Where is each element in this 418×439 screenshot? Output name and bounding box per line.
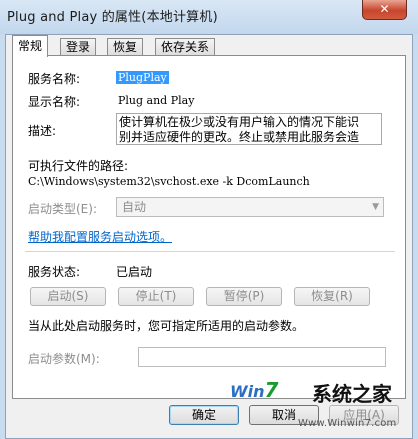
tab-recovery[interactable]: 恢复 xyxy=(107,38,144,56)
tab-dependencies[interactable]: 依存关系 xyxy=(155,38,216,56)
startup-type-label: 启动类型(E): xyxy=(28,202,97,216)
watermark-url: Www.Winwin7.com xyxy=(298,418,397,429)
service-name-label: 服务名称: xyxy=(28,72,81,86)
window-title: Plug and Play 的属性(本地计算机) xyxy=(7,10,218,25)
close-icon: ✕ xyxy=(379,2,390,16)
title-bar: Plug and Play 的属性(本地计算机) ✕ xyxy=(0,0,418,34)
exe-path-label: 可执行文件的路径: xyxy=(28,159,129,173)
stop-button[interactable]: 停止(T) xyxy=(118,287,194,306)
service-name-value[interactable]: PlugPlay xyxy=(116,71,169,84)
start-params-label: 启动参数(M): xyxy=(28,352,100,366)
display-name-value: Plug and Play xyxy=(118,94,195,107)
startup-type-select[interactable]: 自动 ▼ xyxy=(116,197,384,217)
start-params-hint: 当从此处启动服务时，您可指定所适用的启动参数。 xyxy=(28,319,305,333)
description-label: 描述: xyxy=(28,124,57,138)
watermark-logo: Win7 xyxy=(230,378,278,402)
close-button[interactable]: ✕ xyxy=(362,0,407,20)
resume-button[interactable]: 恢复(R) xyxy=(294,287,370,306)
watermark-logo-text: Win xyxy=(230,382,265,401)
general-tab-panel: 服务名称: PlugPlay 显示名称: Plug and Play 描述: 使… xyxy=(12,55,406,399)
startup-type-value: 自动 xyxy=(122,200,147,214)
start-button[interactable]: 启动(S) xyxy=(30,287,106,306)
display-name-label: 显示名称: xyxy=(28,95,81,109)
help-configure-link[interactable]: 帮助我配置服务启动选项。 xyxy=(28,228,172,245)
service-status-value: 已启动 xyxy=(116,265,153,279)
chevron-down-icon: ▼ xyxy=(372,202,379,212)
pause-button[interactable]: 暂停(P) xyxy=(206,287,282,306)
description-text: 使计算机在极少或没有用户输入的情况下能识别并适应硬件的更改。终止或禁用此服务会造… xyxy=(119,115,360,144)
exe-path-value: C:\Windows\system32\svchost.exe -k DcomL… xyxy=(28,175,310,188)
watermark: Win7 系统之家 Www.Winwin7.com xyxy=(228,374,418,437)
tab-general[interactable]: 常规 xyxy=(12,35,49,57)
divider xyxy=(25,251,395,252)
description-textbox[interactable]: 使计算机在极少或没有用户输入的情况下能识别并适应硬件的更改。终止或禁用此服务会造… xyxy=(116,113,382,145)
service-name-selected-text[interactable]: PlugPlay xyxy=(116,71,169,84)
watermark-name: 系统之家 xyxy=(312,382,392,406)
start-params-input[interactable] xyxy=(138,347,386,367)
watermark-logo-seven: 7 xyxy=(264,378,279,402)
service-status-label: 服务状态: xyxy=(28,265,81,279)
tab-logon[interactable]: 登录 xyxy=(60,38,97,56)
